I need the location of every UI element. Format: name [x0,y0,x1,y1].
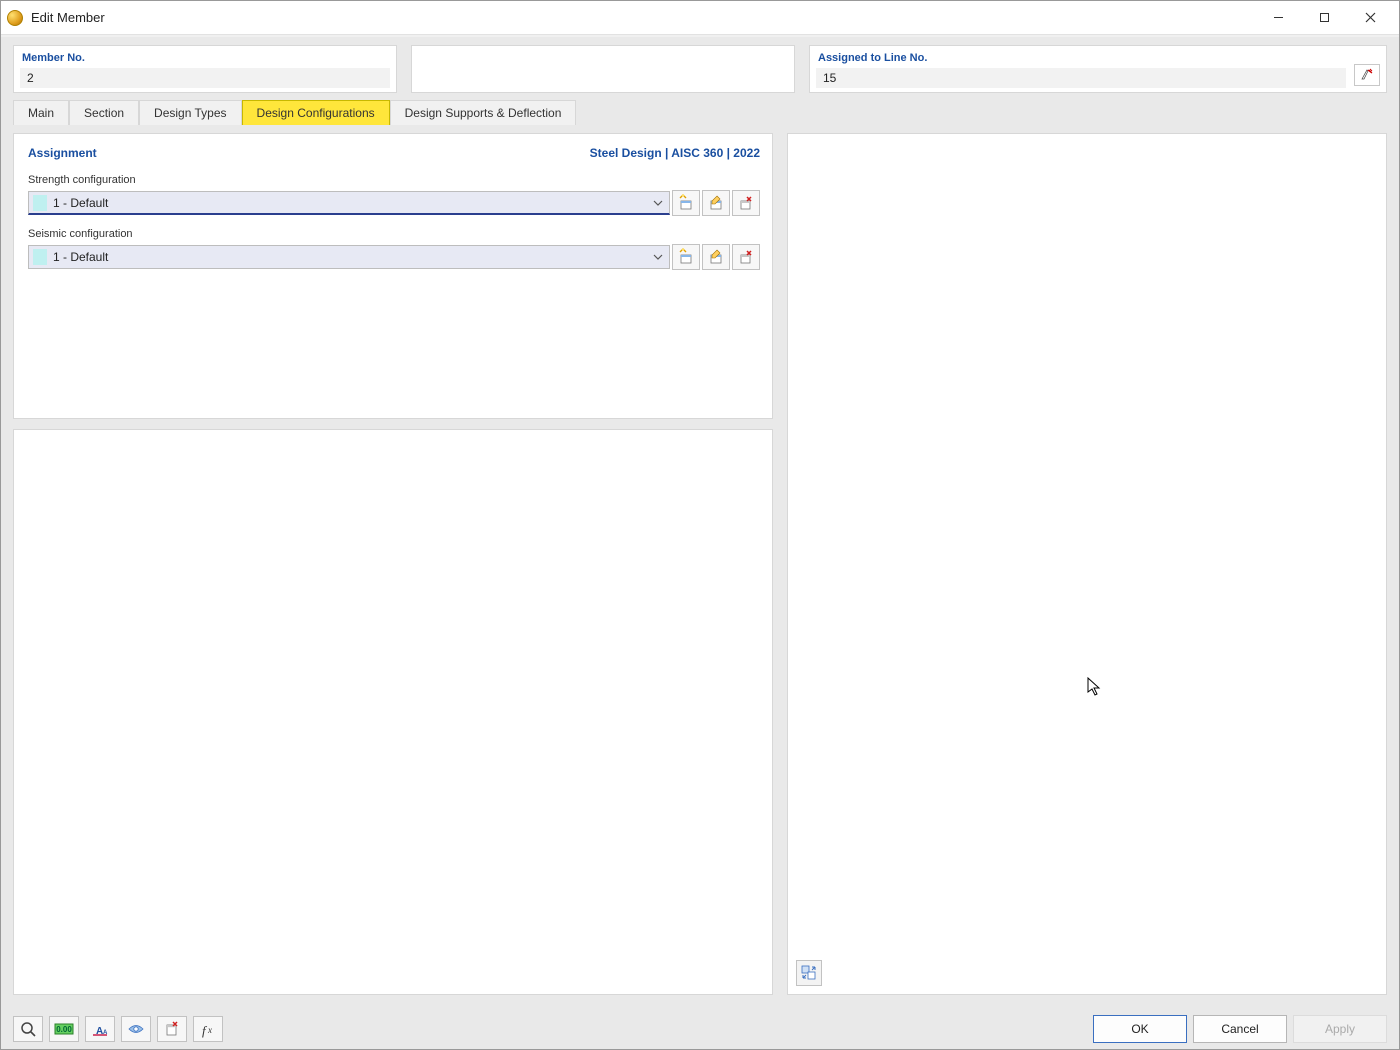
seismic-config-dropdown[interactable]: 1 - Default [28,245,670,269]
preview-panel [787,133,1387,995]
seismic-config-label: Seismic configuration [28,228,760,240]
tab-design-configurations[interactable]: Design Configurations [242,100,390,125]
tab-main[interactable]: Main [13,100,69,125]
seismic-new-button[interactable] [672,244,700,270]
maximize-button[interactable] [1301,2,1347,34]
close-button[interactable] [1347,2,1393,34]
titlebar: Edit Member [1,1,1399,35]
member-no-panel: Member No. 2 [13,45,397,93]
strength-color-swatch [33,195,47,211]
strength-edit-button[interactable] [702,190,730,216]
assigned-line-value[interactable]: 15 [816,68,1346,88]
chevron-down-icon [651,196,665,210]
formula-button[interactable]: f x [193,1016,223,1042]
minimize-button[interactable] [1255,2,1301,34]
strength-config-dropdown[interactable]: 1 - Default [28,191,670,215]
clipboard-delete-button[interactable] [157,1016,187,1042]
view-toggle-button[interactable] [121,1016,151,1042]
seismic-color-swatch [33,249,47,265]
assigned-line-panel: Assigned to Line No. 15 [809,45,1387,93]
pick-line-button[interactable] [1354,64,1380,86]
assignment-panel: Assignment Steel Design | AISC 360 | 202… [13,133,773,419]
strength-new-button[interactable] [672,190,700,216]
middle-panel [411,45,795,93]
tab-design-supports-deflection[interactable]: Design Supports & Deflection [390,100,577,125]
member-no-label: Member No. [20,50,390,68]
design-code-text: Steel Design | AISC 360 | 2022 [590,146,760,160]
assignment-header: Assignment [28,146,97,160]
preview-swap-button[interactable] [796,960,822,986]
tab-section[interactable]: Section [69,100,139,125]
window-title: Edit Member [31,10,105,25]
dialog-footer: 0.00 A A f x [1,1009,1399,1049]
seismic-edit-button[interactable] [702,244,730,270]
top-info-row: Member No. 2 Assigned to Line No. 15 [1,37,1399,99]
strength-config-value: 1 - Default [53,196,651,210]
strength-config-label: Strength configuration [28,174,760,186]
left-bottom-panel [13,429,773,995]
chevron-down-icon [651,250,665,264]
svg-text:x: x [207,1025,212,1035]
seismic-delete-button[interactable] [732,244,760,270]
app-icon [7,10,23,26]
strength-delete-button[interactable] [732,190,760,216]
help-button[interactable] [13,1016,43,1042]
assigned-line-label: Assigned to Line No. [816,50,1380,68]
tabstrip: Main Section Design Types Design Configu… [1,99,1399,125]
cancel-button[interactable]: Cancel [1193,1015,1287,1043]
font-size-button[interactable]: A A [85,1016,115,1042]
svg-text:0.00: 0.00 [56,1025,72,1034]
apply-button[interactable]: Apply [1293,1015,1387,1043]
tab-design-types[interactable]: Design Types [139,100,242,125]
seismic-config-value: 1 - Default [53,250,651,264]
ok-button[interactable]: OK [1093,1015,1187,1043]
units-button[interactable]: 0.00 [49,1016,79,1042]
member-no-value[interactable]: 2 [20,68,390,88]
